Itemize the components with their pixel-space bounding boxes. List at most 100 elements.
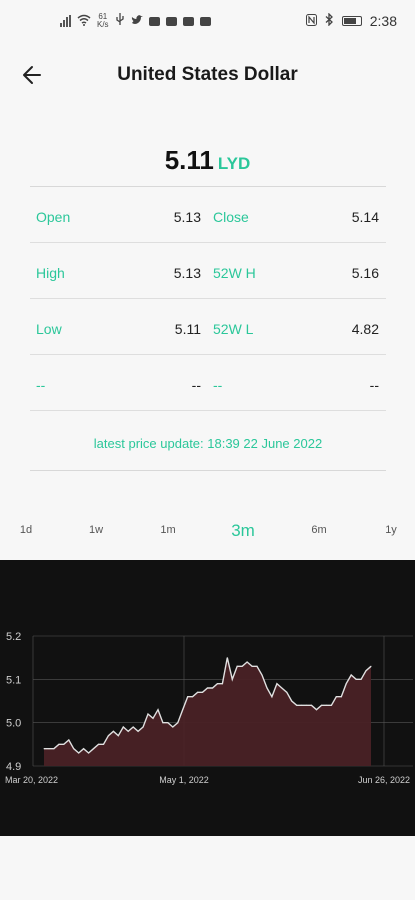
stats-row: High 5.13 52W H 5.16 [30, 243, 386, 299]
data-point [266, 687, 268, 689]
range-1d[interactable]: 1d [20, 524, 32, 536]
data-point [157, 709, 159, 711]
x-tick-label: May 1, 2022 [159, 775, 209, 785]
data-point [286, 691, 288, 693]
data-point [226, 657, 228, 659]
data-point [93, 748, 94, 750]
data-point [256, 665, 258, 667]
stat-label-empty: -- [36, 377, 46, 393]
data-point [192, 696, 194, 698]
stat-label-52w-low: 52W L [213, 321, 254, 337]
stat-value-empty: -- [191, 377, 201, 393]
stat-label-high: High [36, 265, 65, 281]
bluetooth-icon [325, 12, 334, 29]
nfc-icon [305, 13, 317, 29]
data-point [246, 661, 248, 663]
data-point [182, 709, 184, 711]
data-point [48, 748, 50, 750]
data-point [355, 678, 357, 680]
y-tick-label: 5.2 [6, 631, 21, 643]
data-point [360, 678, 362, 680]
stat-label-empty: -- [213, 377, 223, 393]
price-chart[interactable]: 5.2 5.1 5.0 4.9 Mar 20, 2022 May 1, 2022 Jun 2… [0, 560, 415, 836]
data-point [137, 730, 139, 732]
data-point [167, 722, 169, 724]
data-point [281, 687, 283, 689]
data-point [271, 696, 273, 698]
data-point [147, 713, 149, 715]
data-point [231, 678, 233, 680]
data-point [296, 704, 298, 706]
price-value: 5.11 [164, 145, 214, 175]
data-point [98, 743, 99, 745]
x-tick-label: Jun 26, 2022 [358, 775, 410, 785]
network-speed: 61 K/s [97, 12, 109, 29]
update-row: latest price update: 18:39 22 June 2022 [30, 411, 386, 471]
data-point [83, 748, 85, 750]
range-1w[interactable]: 1w [89, 524, 103, 536]
stat-value-high: 5.13 [173, 265, 201, 281]
data-point [236, 665, 238, 667]
data-point [112, 730, 114, 732]
stats-row: Open 5.13 Close 5.14 [30, 187, 386, 243]
page-title: United States Dollar [117, 64, 298, 85]
status-right: 2:38 [305, 12, 397, 29]
twitter-icon [131, 14, 143, 29]
data-point [370, 665, 372, 667]
data-point [117, 735, 119, 737]
data-point [291, 700, 293, 702]
data-point [306, 704, 308, 706]
data-point [335, 696, 337, 698]
data-point [261, 674, 263, 676]
cell-signal-icon [60, 15, 71, 27]
data-point [321, 704, 322, 706]
data-point [197, 691, 199, 693]
data-point [216, 683, 218, 685]
data-point [107, 735, 109, 737]
data-point [88, 752, 90, 754]
data-point [63, 743, 65, 745]
stats-row: -- -- -- -- [30, 355, 386, 411]
youtube-icon [148, 16, 160, 26]
data-point [207, 687, 208, 689]
data-point [365, 670, 367, 672]
range-3m[interactable]: 3m [231, 521, 255, 541]
data-point [325, 704, 327, 706]
data-point [301, 704, 303, 706]
stat-value-open: 5.13 [173, 209, 201, 225]
status-bar: 61 K/s 2:38 [0, 0, 415, 42]
current-price: 5.11 LYD [0, 145, 415, 176]
data-point [172, 726, 174, 728]
stat-value-empty: -- [369, 377, 379, 393]
battery-icon [341, 16, 362, 26]
stat-label-low: Low [36, 321, 62, 337]
stat-value-52w-high: 5.16 [351, 265, 379, 281]
data-point [53, 748, 55, 750]
data-point [162, 722, 164, 724]
app-bar: United States Dollar [0, 52, 415, 98]
data-point [350, 674, 352, 676]
youtube-icon [199, 16, 211, 26]
data-point [122, 726, 124, 728]
data-point [132, 726, 134, 728]
range-selector: 1d 1w 1m 3m 6m 1y [0, 518, 415, 548]
stat-value-52w-low: 4.82 [351, 321, 379, 337]
data-point [142, 726, 144, 728]
wifi-icon [77, 14, 91, 29]
range-1m[interactable]: 1m [160, 524, 175, 536]
data-point [330, 704, 332, 706]
youtube-icon [182, 16, 194, 26]
status-left: 61 K/s [60, 13, 211, 29]
youtube-icon [165, 16, 177, 26]
data-point [316, 709, 317, 711]
stat-label-open: Open [36, 209, 71, 225]
data-point [311, 704, 312, 706]
data-point [127, 730, 129, 732]
stat-value-close: 5.14 [351, 209, 379, 225]
range-1y[interactable]: 1y [385, 524, 397, 536]
bottom-area [0, 836, 415, 900]
stat-label-52w-high: 52W H [213, 265, 256, 281]
data-point [345, 683, 347, 685]
range-6m[interactable]: 6m [311, 524, 326, 536]
price-currency: LYD [217, 154, 251, 173]
